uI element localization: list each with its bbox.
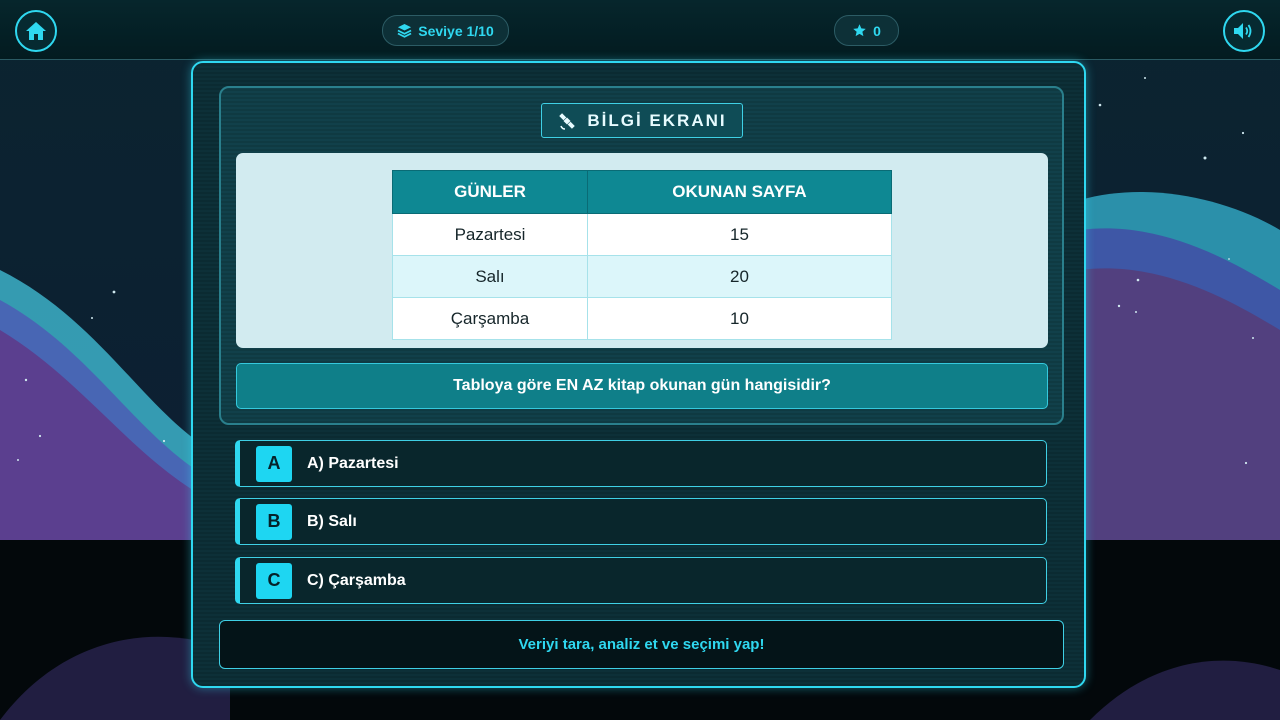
info-screen: BİLGİ EKRANI GÜNLER OKUNAN SAYFA Pazarte… [219, 86, 1064, 425]
score-value: 0 [873, 22, 881, 39]
star-icon [853, 24, 866, 37]
option-label: A) Pazartesi [307, 454, 399, 472]
table-cell: Pazartesi [392, 213, 588, 256]
table-cell: Salı [392, 255, 588, 298]
data-table-area: GÜNLER OKUNAN SAYFA Pazartesi 15 Salı 20… [236, 153, 1048, 348]
speaker-icon [1234, 23, 1252, 39]
score-indicator: 0 [834, 15, 899, 46]
table-row: Salı 20 [392, 255, 892, 298]
sound-button[interactable] [1223, 10, 1265, 52]
option-letter: C [256, 562, 292, 599]
level-label: Seviye 1/10 [418, 22, 494, 39]
level-indicator: Seviye 1/10 [382, 15, 509, 46]
info-screen-title: BİLGİ EKRANI [541, 103, 743, 138]
option-letter: A [256, 445, 292, 482]
table-cell: 15 [587, 213, 892, 256]
top-bar: Seviye 1/10 0 [0, 0, 1280, 60]
table-cell: Çarşamba [392, 297, 588, 340]
table-cell: 10 [587, 297, 892, 340]
question-text: Tabloya göre EN AZ kitap okunan gün hang… [236, 363, 1048, 409]
home-button[interactable] [15, 10, 57, 52]
answer-option-b[interactable]: B B) Salı [235, 498, 1047, 545]
answer-option-a[interactable]: A A) Pazartesi [235, 440, 1047, 487]
table-cell: 20 [587, 255, 892, 298]
column-header-pages: OKUNAN SAYFA [587, 170, 892, 214]
option-letter: B [256, 503, 292, 540]
quiz-panel: BİLGİ EKRANI GÜNLER OKUNAN SAYFA Pazarte… [191, 61, 1086, 688]
home-icon [26, 22, 46, 40]
satellite-icon [559, 112, 576, 130]
table-header-row: GÜNLER OKUNAN SAYFA [392, 170, 892, 214]
info-title-text: BİLGİ EKRANI [587, 110, 727, 130]
hint-message: Veriyi tara, analiz et ve seçimi yap! [219, 620, 1064, 669]
option-label: B) Salı [307, 512, 357, 530]
table-row: Çarşamba 10 [392, 297, 892, 340]
option-label: C) Çarşamba [307, 571, 406, 589]
table-row: Pazartesi 15 [392, 213, 892, 256]
column-header-days: GÜNLER [392, 170, 588, 214]
data-table: GÜNLER OKUNAN SAYFA Pazartesi 15 Salı 20… [392, 170, 892, 340]
answer-option-c[interactable]: C C) Çarşamba [235, 557, 1047, 604]
layers-icon [397, 23, 412, 38]
